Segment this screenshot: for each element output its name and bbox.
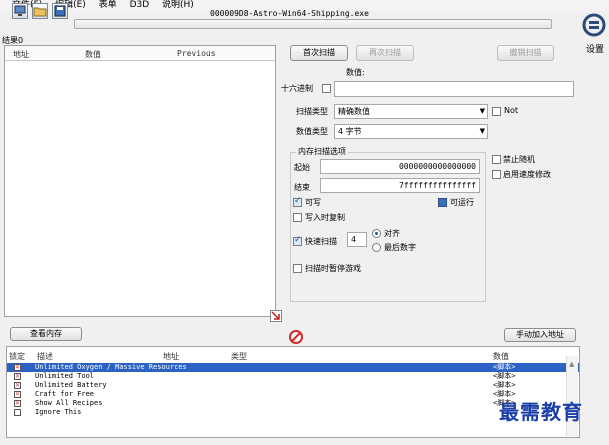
last-digits-radio[interactable] [372,243,381,252]
value-type-label: 数值类型 [296,127,328,136]
settings-label: 设置 [586,45,605,55]
executable-checkbox[interactable] [438,198,447,207]
undo-scan-button[interactable]: 撤销扫描 [497,45,554,61]
table-row[interactable]: × Unlimited Oxygen / Massive Resources <… [7,363,579,372]
row-description: Ignore This [35,408,82,416]
executable-label: 可运行 [450,198,474,207]
row-description: Craft for Free [35,390,95,398]
value-label: 数值: [346,68,365,77]
scan-results-list[interactable]: 地址 数值 Previous [4,45,276,317]
next-scan-button[interactable]: 再次扫描 [356,45,414,61]
column-type[interactable]: 类型 [231,351,247,362]
stop-label: 结束 [294,183,310,192]
column-value[interactable]: 数值 [85,49,101,60]
first-scan-button[interactable]: 首次扫描 [290,45,348,61]
speedhack-label: 启用速度修改 [503,170,551,179]
last-digits-label: 最后数字 [384,243,416,252]
cheat-table[interactable]: 锁定 描述 地址 类型 数值 × Unlimited Oxygen / Mass… [6,346,580,438]
active-checkbox[interactable]: × [14,400,21,407]
row-description: Show All Recipes [35,399,103,407]
memory-scan-options-label: 内存扫描选项 [296,146,348,157]
scroll-up-icon[interactable]: ▲ [569,360,574,368]
cheat-engine-logo-icon [582,13,606,37]
speedhack-checkbox[interactable] [492,170,501,179]
row-value: <脚本> [493,381,516,389]
open-process-button[interactable] [12,3,28,19]
stop-address-input[interactable]: 7fffffffffffffff [320,178,480,193]
scan-type-select[interactable]: 精确数值 ▼ [334,104,488,119]
hex-checkbox[interactable] [322,84,331,93]
table-row[interactable]: × Show All Recipes <脚本> [7,399,579,408]
column-address[interactable]: 地址 [13,49,29,60]
view-memory-button[interactable]: 查看内存 [10,327,82,341]
row-description: Unlimited Tool [35,372,95,380]
active-checkbox[interactable]: × [14,364,21,371]
row-description: Unlimited Oxygen / Massive Resources [35,363,187,371]
copy-on-write-label: 写入时复制 [305,213,345,222]
watermark: 最需教育 [499,400,583,424]
start-address-input[interactable]: 0000000000000000 [320,159,480,174]
start-label: 起始 [294,163,310,172]
folder-icon [33,7,47,17]
active-checkbox[interactable]: × [14,382,21,389]
hex-label: 十六进制 [281,84,313,93]
computer-icon [14,5,26,16]
disable-random-checkbox[interactable] [492,155,501,164]
settings-button[interactable] [582,12,606,38]
save-table-button[interactable] [52,3,68,19]
menu-d3d[interactable]: D3D [130,0,150,10]
results-header: 地址 数值 Previous [5,46,275,61]
dropdown-arrow-icon: ▼ [479,127,485,135]
load-table-button[interactable] [32,3,48,19]
arrow-down-right-icon [271,311,280,320]
add-address-manually-button[interactable]: 手动加入地址 [504,328,576,342]
add-to-table-button[interactable] [270,310,282,322]
fast-scan-input[interactable]: 4 [347,232,367,247]
fast-scan-checkbox[interactable] [293,235,302,246]
active-checkbox[interactable]: × [14,391,21,398]
not-checkbox[interactable] [492,107,501,116]
active-checkbox[interactable] [14,409,21,416]
alignment-radio[interactable] [372,229,381,238]
row-value: <脚本> [493,372,516,380]
column-active[interactable]: 锁定 [9,351,25,362]
stop-sign-icon [289,330,303,344]
table-row[interactable]: Ignore This [7,408,579,417]
memory-scan-options-group [290,152,486,302]
column-value[interactable]: 数值 [493,351,509,362]
writable-label: 可写 [305,198,321,207]
scan-type-label: 扫描类型 [296,107,328,116]
row-description: Unlimited Battery [35,381,107,389]
alignment-label: 对齐 [384,229,400,238]
pause-game-label: 扫描时暂停游戏 [305,264,361,273]
active-checkbox[interactable]: × [14,373,21,380]
dropdown-arrow-icon: ▼ [479,107,485,115]
column-description[interactable]: 描述 [37,351,53,362]
value-type-value: 4 字节 [338,127,362,136]
not-label: Not [504,106,519,115]
column-previous[interactable]: Previous [177,49,216,58]
scan-type-value: 精确数值 [338,107,370,116]
table-row[interactable]: × Craft for Free <脚本> [7,390,579,399]
value-input[interactable] [334,81,574,97]
row-value: <脚本> [493,363,516,371]
stop-icon[interactable] [289,330,303,344]
save-icon [54,5,66,17]
value-type-select[interactable]: 4 字节 ▼ [334,124,488,139]
fast-scan-label: 快速扫描 [305,237,337,246]
menu-table[interactable]: 表单 [99,0,117,10]
disable-random-label: 禁止随机 [503,155,535,164]
menu-help[interactable]: 说明(H) [162,0,194,10]
process-progress-bar [74,19,552,29]
copy-on-write-checkbox[interactable] [293,213,302,222]
column-address[interactable]: 地址 [163,351,179,362]
pause-game-checkbox[interactable] [293,264,302,273]
writable-checkbox[interactable] [293,196,302,207]
table-row[interactable]: × Unlimited Tool <脚本> [7,372,579,381]
table-row[interactable]: × Unlimited Battery <脚本> [7,381,579,390]
process-title: 000009D8-Astro-Win64-Shipping.exe [210,9,369,18]
